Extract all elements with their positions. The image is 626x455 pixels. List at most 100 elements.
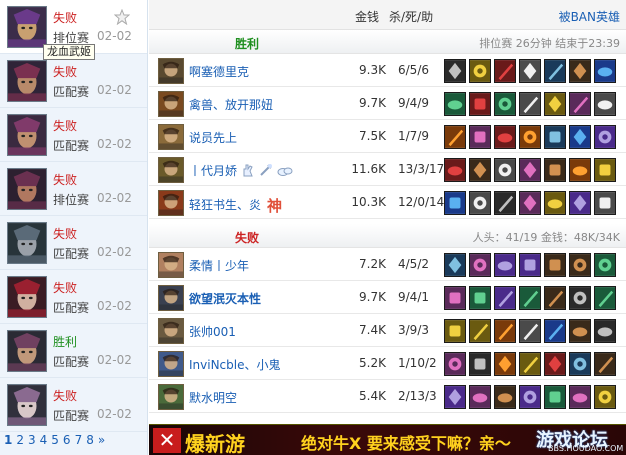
item-icon[interactable]: [494, 125, 516, 149]
item-icon[interactable]: [594, 352, 616, 376]
item-icon[interactable]: [544, 352, 566, 376]
item-icon[interactable]: [569, 59, 591, 83]
item-icon[interactable]: [444, 385, 466, 409]
champion-portrait[interactable]: [158, 351, 184, 377]
player-name-link[interactable]: 张帅001: [189, 323, 236, 340]
champion-portrait[interactable]: [158, 285, 184, 311]
item-icon[interactable]: [519, 125, 541, 149]
item-icon[interactable]: [494, 352, 516, 376]
player-name-link[interactable]: 丨代月娇: [189, 162, 293, 180]
match-item[interactable]: 失败 匹配赛 02-02: [0, 54, 147, 108]
player-name-link[interactable]: 说员先上: [189, 129, 237, 146]
item-icon[interactable]: [544, 385, 566, 409]
item-icon[interactable]: [469, 158, 491, 182]
item-icon[interactable]: [494, 158, 516, 182]
match-item[interactable]: 失败 排位赛 02-02: [0, 162, 147, 216]
item-icon[interactable]: [594, 253, 616, 277]
item-icon[interactable]: [544, 59, 566, 83]
item-icon[interactable]: [544, 191, 566, 215]
item-icon[interactable]: [444, 125, 466, 149]
item-icon[interactable]: [494, 92, 516, 116]
player-name-link[interactable]: 啊塞德里克: [189, 63, 249, 80]
next-page-icon[interactable]: »: [98, 433, 105, 447]
item-icon[interactable]: [594, 286, 616, 310]
item-icon[interactable]: [569, 191, 591, 215]
item-icon[interactable]: [594, 59, 616, 83]
item-icon[interactable]: [494, 59, 516, 83]
item-icon[interactable]: [494, 286, 516, 310]
page-link[interactable]: 1: [4, 433, 12, 447]
item-icon[interactable]: [594, 158, 616, 182]
page-link[interactable]: 5: [51, 433, 59, 447]
item-icon[interactable]: [569, 158, 591, 182]
item-icon[interactable]: [569, 286, 591, 310]
item-icon[interactable]: [569, 125, 591, 149]
page-link[interactable]: 6: [63, 433, 71, 447]
item-icon[interactable]: [569, 385, 591, 409]
item-icon[interactable]: [469, 59, 491, 83]
page-link[interactable]: 2: [16, 433, 24, 447]
page-link[interactable]: 3: [28, 433, 36, 447]
champion-portrait[interactable]: [158, 157, 184, 183]
page-link[interactable]: 8: [86, 433, 94, 447]
item-icon[interactable]: [469, 125, 491, 149]
item-icon[interactable]: [544, 125, 566, 149]
item-icon[interactable]: [544, 92, 566, 116]
item-icon[interactable]: [519, 385, 541, 409]
item-icon[interactable]: [494, 385, 516, 409]
item-icon[interactable]: [544, 286, 566, 310]
champion-portrait[interactable]: [158, 318, 184, 344]
ad-banner[interactable]: ✕ 爆新游 绝对牛X 要来感受下嘛？亲～ 游戏论坛 BBS.HOUDAO.COM: [149, 424, 626, 455]
item-icon[interactable]: [469, 253, 491, 277]
item-icon[interactable]: [469, 92, 491, 116]
item-icon[interactable]: [494, 253, 516, 277]
item-icon[interactable]: [494, 191, 516, 215]
player-name-link[interactable]: 欲望泯灭本性: [189, 290, 261, 307]
champion-portrait[interactable]: [158, 91, 184, 117]
item-icon[interactable]: [444, 319, 466, 343]
match-item[interactable]: 胜利 匹配赛 02-02: [0, 324, 147, 378]
item-icon[interactable]: [544, 253, 566, 277]
item-icon[interactable]: [469, 352, 491, 376]
item-icon[interactable]: [469, 319, 491, 343]
item-icon[interactable]: [519, 253, 541, 277]
item-icon[interactable]: [594, 319, 616, 343]
match-item[interactable]: 失败 匹配赛 02-02: [0, 378, 147, 432]
item-icon[interactable]: [444, 286, 466, 310]
player-name-link[interactable]: InviNcble、小鬼: [189, 356, 281, 373]
item-icon[interactable]: [594, 385, 616, 409]
banned-heroes-link[interactable]: 被BAN英雄: [559, 8, 620, 25]
match-item[interactable]: 失败 匹配赛 02-02: [0, 216, 147, 270]
champion-portrait[interactable]: [158, 190, 184, 216]
item-icon[interactable]: [569, 352, 591, 376]
item-icon[interactable]: [469, 385, 491, 409]
item-icon[interactable]: [569, 253, 591, 277]
item-icon[interactable]: [444, 352, 466, 376]
item-icon[interactable]: [469, 286, 491, 310]
page-link[interactable]: 7: [75, 433, 83, 447]
match-item[interactable]: 失败 匹配赛 02-02: [0, 108, 147, 162]
item-icon[interactable]: [444, 253, 466, 277]
player-name-link[interactable]: 禽兽、放开那妞: [189, 96, 273, 113]
player-name-link[interactable]: 默水明空: [189, 389, 237, 406]
item-icon[interactable]: [544, 158, 566, 182]
player-name-link[interactable]: 轻狂书生、炎神: [189, 195, 282, 216]
star-icon[interactable]: [114, 9, 130, 25]
item-icon[interactable]: [594, 191, 616, 215]
item-icon[interactable]: [519, 59, 541, 83]
page-link[interactable]: 4: [40, 433, 48, 447]
item-icon[interactable]: [594, 92, 616, 116]
item-icon[interactable]: [594, 125, 616, 149]
item-icon[interactable]: [519, 191, 541, 215]
item-icon[interactable]: [444, 92, 466, 116]
item-icon[interactable]: [519, 319, 541, 343]
champion-portrait[interactable]: [158, 252, 184, 278]
champion-portrait[interactable]: [158, 384, 184, 410]
item-icon[interactable]: [444, 59, 466, 83]
item-icon[interactable]: [444, 191, 466, 215]
item-icon[interactable]: [519, 92, 541, 116]
item-icon[interactable]: [519, 286, 541, 310]
player-name-link[interactable]: 柔情丨少年: [189, 257, 249, 274]
item-icon[interactable]: [569, 92, 591, 116]
item-icon[interactable]: [569, 319, 591, 343]
